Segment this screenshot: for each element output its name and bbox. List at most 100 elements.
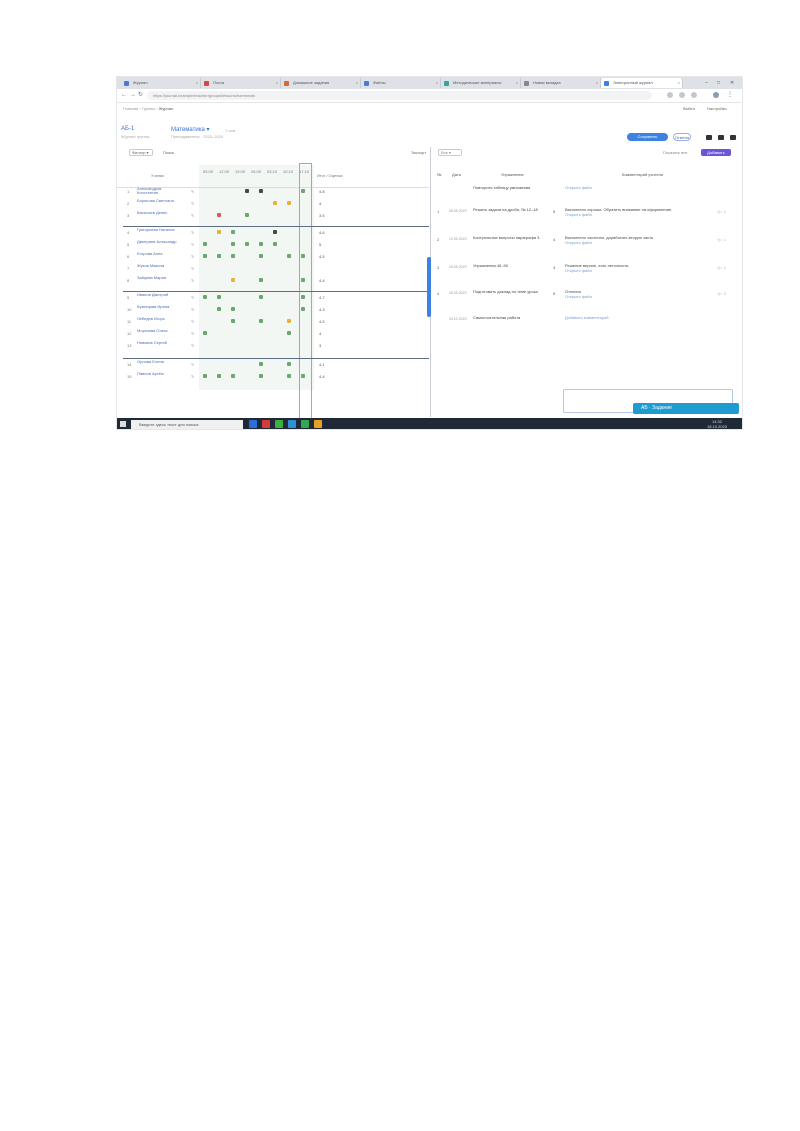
date-column-header[interactable]: 05.09 — [203, 169, 213, 174]
group-title[interactable]: АБ-1 — [121, 126, 134, 132]
attachment-link[interactable]: Открыть файл — [565, 240, 715, 245]
browser-tab[interactable]: Методические материалы × — [441, 78, 521, 88]
close-tab-icon[interactable]: × — [436, 78, 438, 88]
grade-cell[interactable] — [217, 254, 221, 258]
homework-row[interactable]: Повторить таблицу умножения Открыть файл — [437, 185, 737, 209]
grade-cell[interactable] — [273, 242, 277, 246]
grade-cell[interactable] — [259, 362, 263, 366]
grade-cell[interactable] — [259, 254, 263, 258]
menu-icon[interactable]: ⋮ — [727, 91, 733, 100]
attachment-link[interactable]: Открыть файл — [565, 212, 715, 217]
assignment-pill[interactable]: АБ · Задание — [633, 403, 739, 414]
edit-icon[interactable]: ✎ — [191, 295, 194, 300]
extensions-icon[interactable] — [679, 92, 685, 98]
student-name[interactable]: Новиков Сергей — [137, 341, 177, 345]
grade-cell[interactable] — [259, 295, 263, 299]
logout-link[interactable]: Выйти — [683, 106, 695, 111]
date-column-header[interactable]: 10.10 — [283, 169, 293, 174]
homework-row[interactable]: 4 26.09 2023 Подготовить доклад по теме ур… — [437, 289, 737, 313]
close-tab-icon[interactable]: × — [276, 78, 278, 88]
browser-tab[interactable]: Электронный журнал × — [601, 78, 683, 88]
student-name[interactable]: Зайцева Мария — [137, 276, 177, 280]
attachment-link[interactable]: Открыть файл — [565, 185, 715, 190]
grade-cell[interactable] — [217, 295, 221, 299]
homework-row[interactable]: 03.10 2023 Самостоятельная работа Добавить… — [437, 315, 737, 339]
student-name[interactable]: Александров Константин — [137, 187, 177, 195]
table-row[interactable]: 12 Морозова Ольга ✎ 4 — [123, 329, 423, 341]
grade-cell[interactable] — [217, 213, 221, 217]
grade-cell[interactable] — [217, 307, 221, 311]
exercise-text[interactable]: Упражнения 45–50 — [473, 263, 551, 268]
windows-start-icon[interactable] — [120, 421, 126, 427]
browser-tab[interactable]: Почта × — [201, 78, 281, 88]
grade-cell[interactable] — [203, 374, 207, 378]
table-row[interactable]: 7 Жуков Максим ✎ — [123, 264, 423, 276]
grade-cell[interactable] — [231, 374, 235, 378]
grade-cell[interactable] — [245, 189, 249, 193]
grade-cell[interactable] — [287, 201, 291, 205]
edit-icon[interactable]: ✎ — [191, 254, 194, 259]
grade-cell[interactable] — [245, 213, 249, 217]
grade-cell[interactable] — [231, 307, 235, 311]
student-name[interactable]: Дмитриев Александр — [137, 240, 177, 244]
grade-cell[interactable] — [301, 254, 305, 258]
table-row[interactable]: 2 Борисова Светлана ✎ 4 — [123, 199, 423, 211]
table-row[interactable]: 15 Павлов Артём ✎ 4.4 — [123, 372, 423, 384]
taskbar-app-icon[interactable] — [301, 420, 309, 428]
edit-icon[interactable]: ✎ — [191, 343, 194, 348]
grade-cell[interactable] — [273, 230, 277, 234]
add-homework-button[interactable]: Добавить — [701, 149, 731, 156]
grade-cell[interactable] — [217, 230, 221, 234]
edit-icon[interactable]: ✎ — [191, 307, 194, 312]
export-link[interactable]: Экспорт — [411, 150, 426, 155]
student-name[interactable]: Васильев Денис — [137, 211, 177, 215]
profile-avatar[interactable] — [713, 92, 719, 98]
table-row[interactable]: 10 Кузнецова Ирина ✎ 4.3 — [123, 305, 423, 317]
edit-icon[interactable]: ✎ — [191, 189, 194, 194]
grade-cell[interactable] — [217, 374, 221, 378]
edit-icon[interactable]: ✎ — [191, 242, 194, 247]
grade-cell[interactable] — [203, 254, 207, 258]
edit-icon[interactable]: ✎ — [191, 278, 194, 283]
attachment-link[interactable]: Открыть файл — [565, 294, 715, 299]
date-column-header[interactable]: 12.09 — [219, 169, 229, 174]
close-tab-icon[interactable]: × — [516, 78, 518, 88]
edit-icon[interactable]: ✎ — [191, 331, 194, 336]
grade-cell[interactable] — [231, 278, 235, 282]
edit-icon[interactable]: ✎ — [191, 319, 194, 324]
close-window-button[interactable]: ✕ — [730, 77, 734, 89]
breadcrumb-item[interactable]: Группы — [142, 106, 155, 111]
back-icon[interactable]: ← — [121, 91, 127, 100]
close-tab-icon[interactable]: × — [196, 78, 198, 88]
taskbar-search-box[interactable]: Введите здесь текст для поиска — [131, 420, 243, 429]
table-row[interactable]: 14 Орлова Елена ✎ 4.1 — [123, 360, 423, 372]
homework-row[interactable]: 3 19.09 2023 Упражнения 45–50 4 Ур. 2 Решение… — [437, 263, 737, 287]
grade-cell[interactable] — [203, 331, 207, 335]
grade-cell[interactable] — [259, 278, 263, 282]
exercise-text[interactable]: Самостоятельная работа — [473, 315, 551, 320]
table-row[interactable]: 3 Васильев Денис ✎ 3.5 — [123, 211, 423, 223]
grade-cell[interactable] — [203, 242, 207, 246]
scrollbar-thumb[interactable] — [427, 257, 431, 317]
grade-cell[interactable] — [287, 331, 291, 335]
student-name[interactable]: Егорова Анна — [137, 252, 177, 256]
student-name[interactable]: Лебедев Игорь — [137, 317, 177, 321]
grade-cell[interactable] — [259, 374, 263, 378]
student-name[interactable]: Григорьева Наталья — [137, 228, 177, 232]
settings-link[interactable]: Настройки — [707, 106, 727, 111]
grade-cell[interactable] — [231, 254, 235, 258]
grade-cell[interactable] — [259, 189, 263, 193]
exercise-text[interactable]: Повторить таблицу умножения — [473, 185, 551, 190]
grade-cell[interactable] — [259, 319, 263, 323]
browser-tab[interactable]: Домашние задания × — [281, 78, 361, 88]
grade-cell[interactable] — [301, 374, 305, 378]
downloads-icon[interactable] — [691, 92, 697, 98]
edit-icon[interactable]: ✎ — [191, 230, 194, 235]
taskbar-app-icon[interactable] — [275, 420, 283, 428]
grade-cell[interactable] — [203, 295, 207, 299]
url-field[interactable]: https://journal.example/teacher/groups/l… — [147, 91, 652, 100]
table-row[interactable]: 11 Лебедев Игорь ✎ 4.5 — [123, 317, 423, 329]
grade-cell[interactable] — [287, 362, 291, 366]
exercise-text[interactable]: Решить задачи на дроби, № 12–18 — [473, 207, 551, 212]
save-button[interactable]: Сохранить — [627, 133, 668, 141]
